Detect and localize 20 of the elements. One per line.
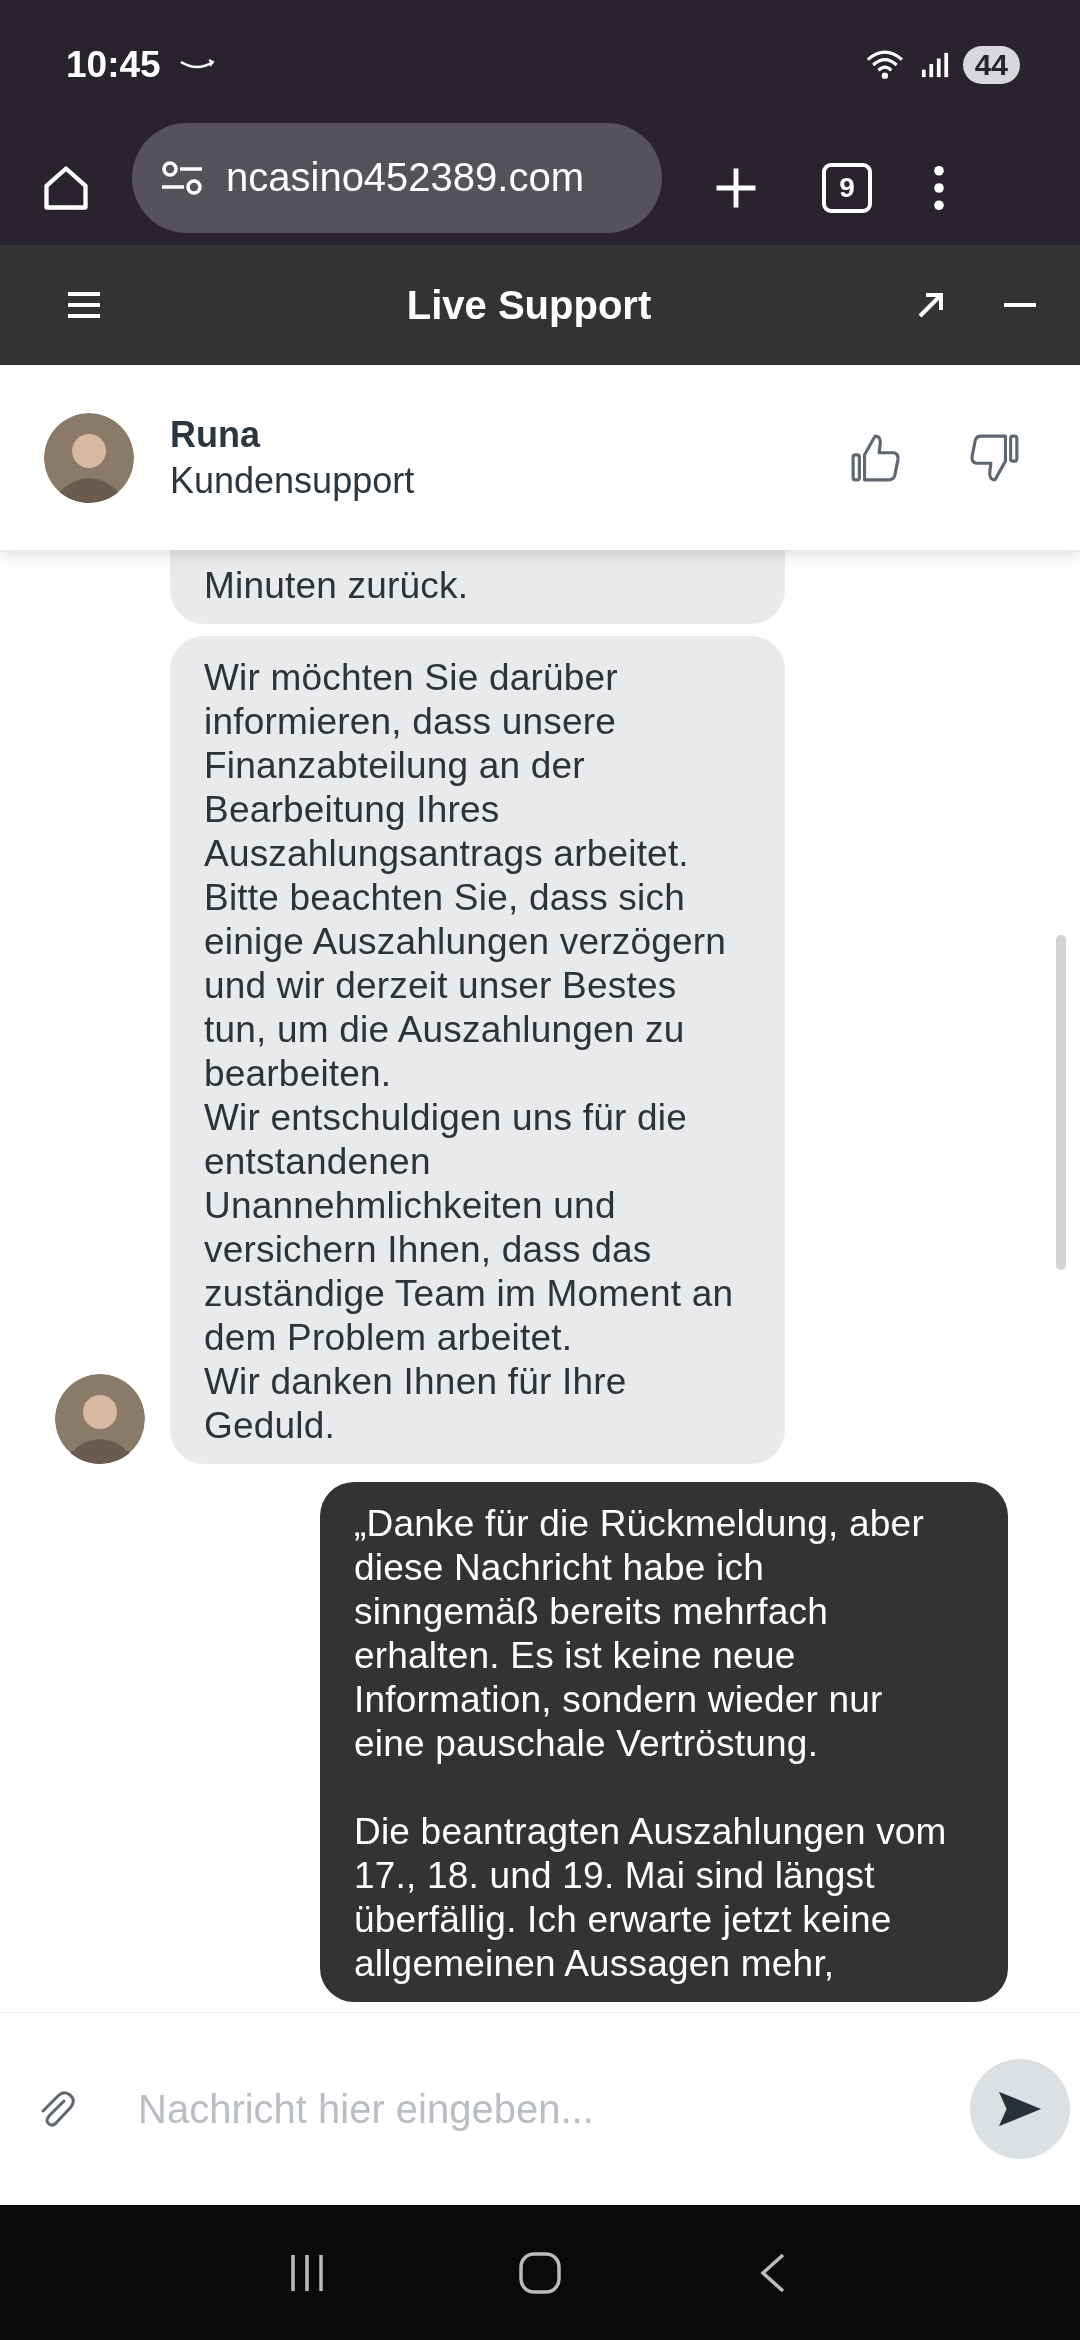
menu-icon[interactable] <box>66 291 102 319</box>
site-settings-icon[interactable] <box>160 159 204 196</box>
address-bar[interactable]: ncasino452389.com <box>132 122 662 233</box>
minimize-icon[interactable] <box>1004 302 1036 308</box>
agent-name: Runa <box>170 413 262 456</box>
tab-count-button[interactable]: 9 <box>822 162 872 213</box>
status-time: 10:45 <box>66 44 161 86</box>
home-icon[interactable] <box>518 2250 562 2295</box>
chat-title: Live Support <box>405 282 653 328</box>
agent-message: Minuten zurück. <box>170 550 785 624</box>
agent-message: Wir möchten Sie darüber informieren, dass unsere Finanzabteilung an der Bearbeitung Ihres Auszahlungsantrags arbeitet. Bitte beachten Sie, dass sich einige Auszahlungen verzögern und wir derzeit unser Bestes tun, um die Auszahlungen zu bearbeiten. Wir entschuldigen uns für die entstandenen Unannehmlichkeiten und versichern Ihnen, dass das zuständige Team im Moment an dem Problem arbeitet. Wir danken Ihnen für Ihre Geduld. <box>170 636 785 1464</box>
agent-role: Kundensupport <box>170 459 416 502</box>
menu-icon[interactable] <box>932 164 946 211</box>
send-icon[interactable] <box>997 2089 1043 2129</box>
scrollbar[interactable] <box>1056 935 1066 1270</box>
battery-indicator: 44 <box>962 46 1020 84</box>
signal-icon <box>920 51 949 79</box>
expand-icon[interactable] <box>916 290 946 320</box>
user-message: „Danke für die Rückmeldung, aber diese Nachricht habe ich sinngemäß bereits mehrfach erhalten. Es ist keine neue Information, sondern wieder nur eine pauschale Vertröstung. Die beantragten Auszahlungen vom 17., 18. und 19. Mai sind längst überfällig. Ich erwarte jetzt keine allgemeinen Aussagen mehr, <box>320 1482 1008 2002</box>
message-input[interactable]: Nachricht hier eingeben... <box>136 2085 970 2133</box>
